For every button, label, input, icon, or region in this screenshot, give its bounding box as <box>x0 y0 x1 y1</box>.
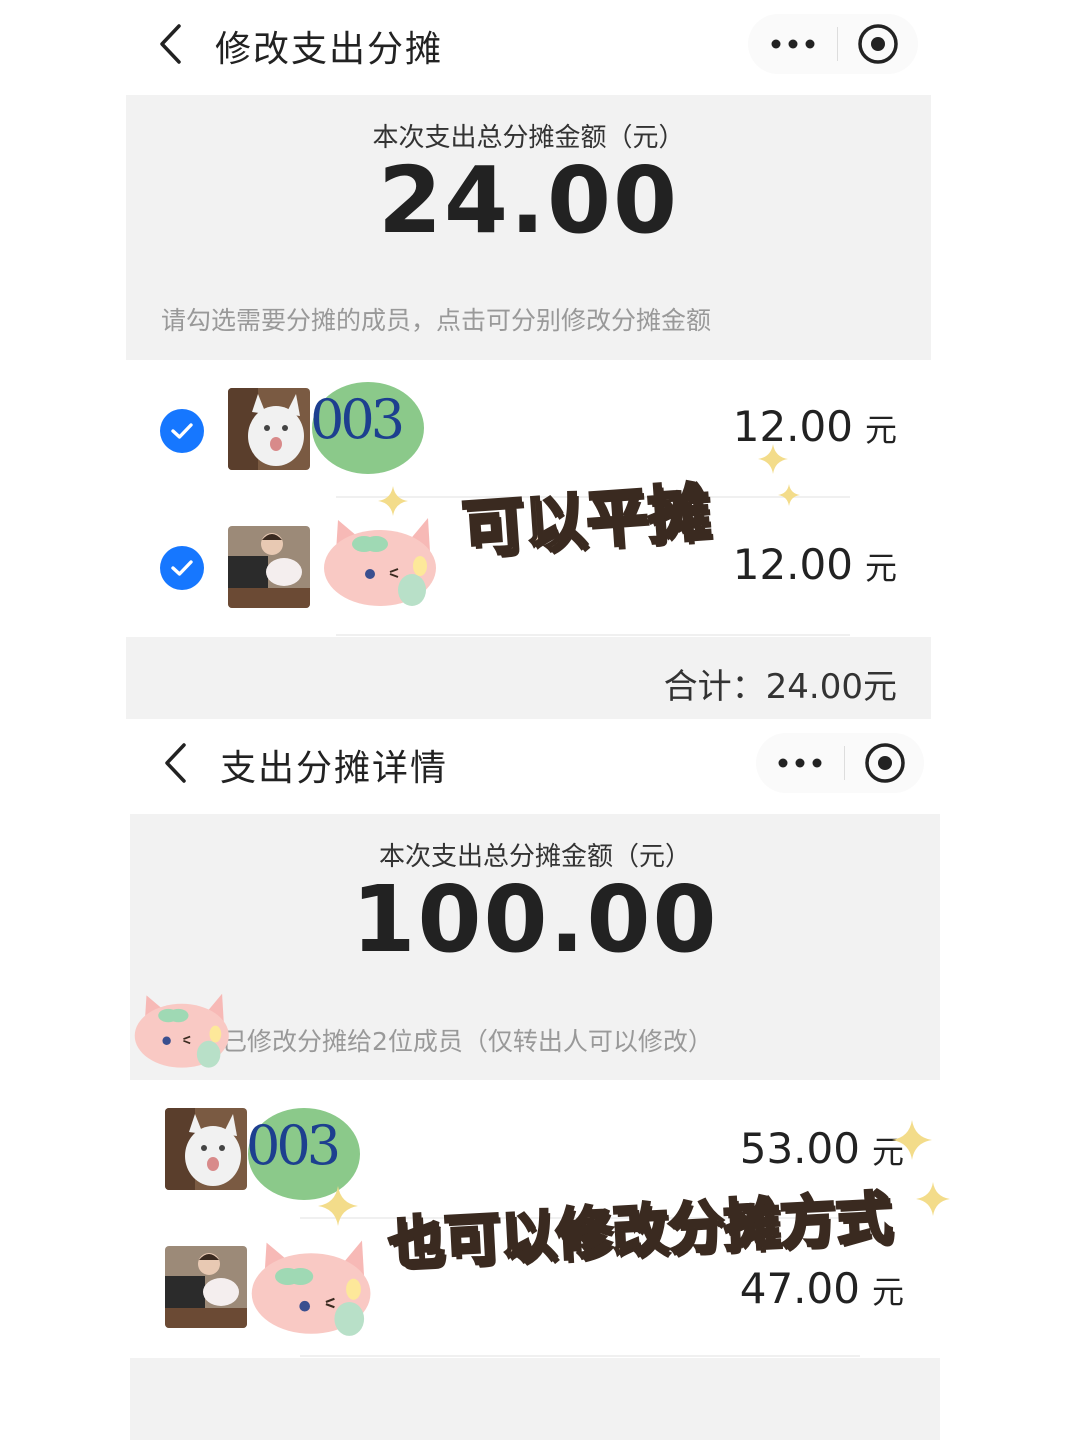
target-icon <box>858 24 898 64</box>
avatar <box>228 526 310 608</box>
total-panel: 本次支出总分摊金额（元） 100.00 已修改分摊给2位成员（仅转出人可以修改） <box>130 814 940 1080</box>
amount-value: 12.00 <box>732 540 853 589</box>
sum-bar: 合计：24.00元 <box>126 637 931 719</box>
hint-text: 请勾选需要分摊的成员，点击可分别修改分摊金额 <box>161 306 712 335</box>
amount-value: 12.00 <box>732 402 853 451</box>
checkbox-checked[interactable] <box>160 546 204 590</box>
close-mini-program-button[interactable] <box>838 14 918 74</box>
member-amount[interactable]: 12.00 元 <box>733 540 897 589</box>
name-sticker-text: 003 <box>310 388 405 451</box>
pink-cat-sticker <box>316 510 441 614</box>
mini-program-capsule <box>748 14 918 74</box>
bottom-panel <box>130 1358 940 1440</box>
page-title: 修改支出分摊 <box>215 29 444 70</box>
member-amount: 53.00 元 <box>740 1124 904 1173</box>
checkbox-checked[interactable] <box>160 409 204 453</box>
sparkle-icon <box>378 486 408 516</box>
sparkle-icon <box>318 1186 358 1226</box>
back-icon[interactable] <box>155 22 185 66</box>
overlay-caption: 可以平摊 <box>459 474 715 567</box>
pink-cat-sticker <box>128 986 233 1076</box>
close-mini-program-button[interactable] <box>845 733 924 793</box>
amount-value: 53.00 <box>739 1124 860 1173</box>
name-sticker-text: 003 <box>246 1114 341 1177</box>
row-divider <box>336 634 850 636</box>
sum-text: 合计：24.00元 <box>663 667 897 707</box>
amount-unit: 元 <box>864 549 897 587</box>
checkmark-icon <box>171 560 193 576</box>
total-panel: 本次支出总分摊金额（元） 24.00 请勾选需要分摊的成员，点击可分别修改分摊金… <box>126 95 931 360</box>
name-sticker: 003 <box>306 376 426 476</box>
avatar <box>228 388 310 470</box>
target-icon <box>864 743 905 783</box>
hint-text: 已修改分摊给2位成员（仅转出人可以修改） <box>222 1027 713 1056</box>
more-menu-button[interactable] <box>748 14 837 74</box>
sparkle-icon <box>758 444 788 474</box>
mini-program-capsule <box>756 733 924 793</box>
amount-value: 47.00 <box>739 1264 860 1313</box>
more-menu-button[interactable] <box>756 733 844 793</box>
more-dots-icon <box>778 758 822 768</box>
total-amount: 24.00 <box>377 147 679 254</box>
checkmark-icon <box>171 423 193 439</box>
sparkle-icon <box>892 1120 932 1160</box>
avatar <box>165 1108 247 1190</box>
total-amount: 100.00 <box>351 866 719 973</box>
more-dots-icon <box>771 39 815 49</box>
avatar <box>165 1246 247 1328</box>
pink-cat-sticker <box>242 1232 377 1342</box>
row-divider <box>300 1355 860 1357</box>
sparkle-icon <box>778 484 800 506</box>
sparkle-icon <box>916 1182 950 1216</box>
amount-unit: 元 <box>871 1273 904 1311</box>
amount-unit: 元 <box>864 411 897 449</box>
page-title: 支出分摊详情 <box>220 748 449 789</box>
back-icon[interactable] <box>160 741 190 785</box>
member-amount: 47.00 元 <box>740 1264 904 1313</box>
